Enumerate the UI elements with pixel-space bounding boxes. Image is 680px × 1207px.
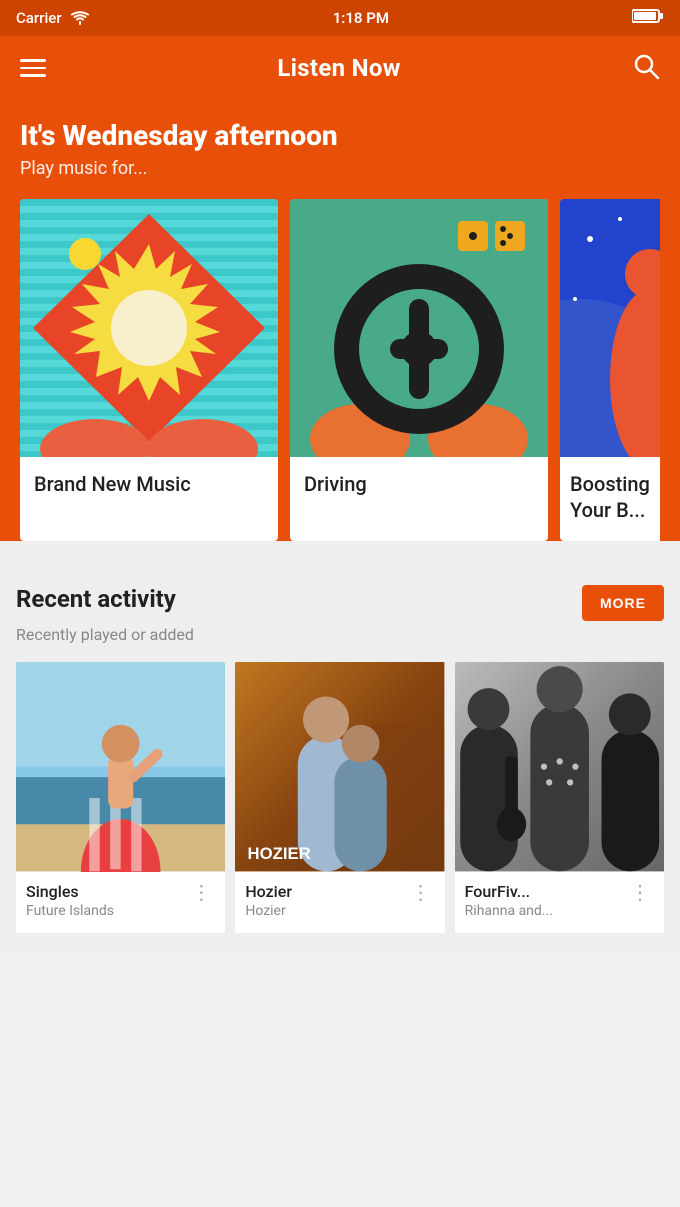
recent-subtitle: Recently played or added xyxy=(16,625,664,644)
album-fourfive-text: FourFiv... Rihanna and... xyxy=(465,882,626,919)
card-2-art xyxy=(290,199,548,457)
card-1-content xyxy=(20,199,278,457)
card-boost[interactable]: BoostingYour B... xyxy=(560,199,660,541)
card-brand-new-music[interactable]: Brand New Music xyxy=(20,199,278,541)
recent-header: Recent activity MORE xyxy=(16,585,664,621)
menu-line-3 xyxy=(20,74,46,77)
section-divider xyxy=(0,541,680,561)
card-driving[interactable]: Driving xyxy=(290,199,548,541)
card-3-art xyxy=(560,199,660,457)
album-fourfive-name: FourFiv... xyxy=(465,882,626,901)
card-2-label: Driving xyxy=(290,457,548,515)
album-singles-cover xyxy=(16,662,225,871)
recent-header-text: Recent activity xyxy=(16,585,176,613)
menu-button[interactable] xyxy=(20,59,46,77)
page-title: Listen Now xyxy=(277,54,400,82)
album-hozier-text: Hozier Hozier xyxy=(245,882,406,919)
album-hozier-cover: HOZIER xyxy=(235,662,444,871)
time-display: 1:18 PM xyxy=(333,9,389,27)
search-button[interactable] xyxy=(632,52,660,84)
album-fourfive-info: FourFiv... Rihanna and... ⋮ xyxy=(455,872,664,933)
album-singles-menu[interactable]: ⋮ xyxy=(187,880,215,904)
album-fourfive-menu[interactable]: ⋮ xyxy=(626,880,654,904)
card-3-image xyxy=(560,199,660,457)
album-hozier-artist: Hozier xyxy=(245,903,406,919)
album-singles[interactable]: Singles Future Islands ⋮ xyxy=(16,662,225,932)
playlist-cards: Brand New Music xyxy=(20,199,660,541)
album-hozier-menu[interactable]: ⋮ xyxy=(407,880,435,904)
hero-section: It's Wednesday afternoon Play music for.… xyxy=(0,100,680,541)
wifi-icon xyxy=(70,10,90,26)
more-button[interactable]: MORE xyxy=(582,585,664,621)
album-fourfive-cover xyxy=(455,662,664,871)
album-singles-artist: Future Islands xyxy=(26,903,187,919)
album-hozier-info: Hozier Hozier ⋮ xyxy=(235,872,444,933)
card-1-label: Brand New Music xyxy=(20,457,278,515)
card-2-image xyxy=(290,199,548,457)
hero-greeting: It's Wednesday afternoon xyxy=(20,120,660,152)
album-singles-name: Singles xyxy=(26,882,187,901)
album-singles-text: Singles Future Islands xyxy=(26,882,187,919)
status-right xyxy=(632,8,664,28)
card-3-svg xyxy=(560,199,660,457)
recent-title: Recent activity xyxy=(16,585,176,613)
fourfive-art xyxy=(455,662,664,871)
singles-art xyxy=(16,662,225,871)
hero-subtitle: Play music for... xyxy=(20,158,660,179)
album-fourfive[interactable]: FourFiv... Rihanna and... ⋮ xyxy=(455,662,664,932)
album-singles-info: Singles Future Islands ⋮ xyxy=(16,872,225,933)
status-left: Carrier xyxy=(16,9,90,27)
card-1-svg xyxy=(20,199,278,457)
hozier-art: HOZIER xyxy=(235,662,444,871)
card-1-image xyxy=(20,199,278,457)
recent-activity-section: Recent activity MORE Recently played or … xyxy=(0,561,680,948)
menu-line-1 xyxy=(20,59,46,62)
album-hozier[interactable]: HOZIER Hozier Hozier ⋮ xyxy=(235,662,444,932)
albums-grid: Singles Future Islands ⋮ xyxy=(16,662,664,932)
menu-line-2 xyxy=(20,67,46,70)
card-1-art xyxy=(20,199,278,457)
album-fourfive-artist: Rihanna and... xyxy=(465,903,626,919)
carrier-label: Carrier xyxy=(16,9,62,27)
header: Listen Now xyxy=(0,36,680,100)
status-bar: Carrier 1:18 PM xyxy=(0,0,680,36)
album-hozier-name: Hozier xyxy=(245,882,406,901)
battery-icon xyxy=(632,8,664,28)
card-3-label: BoostingYour B... xyxy=(560,457,660,541)
card-2-svg xyxy=(290,199,548,457)
svg-text:HOZIER: HOZIER xyxy=(248,844,311,863)
